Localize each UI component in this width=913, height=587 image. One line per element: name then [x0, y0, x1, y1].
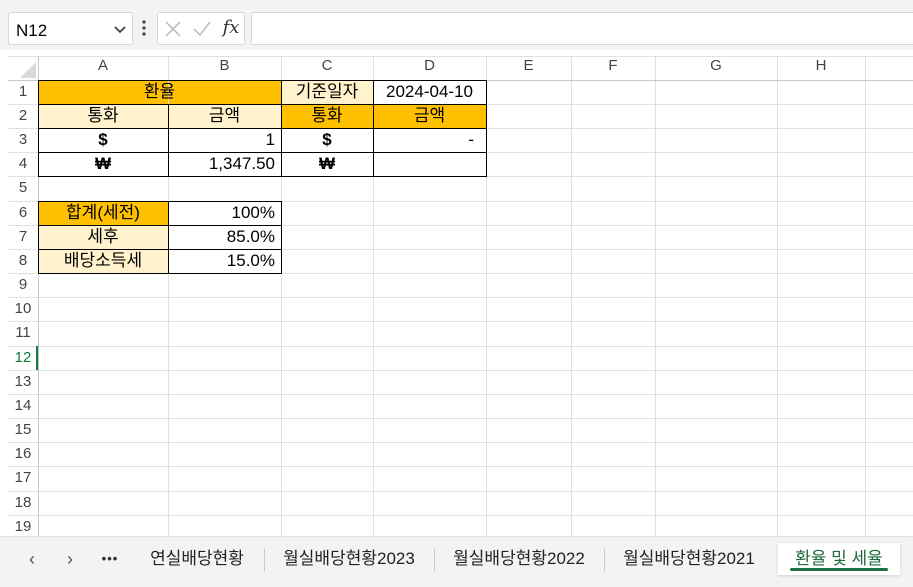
cell-b2-amount-label[interactable]: 금액 — [168, 104, 281, 128]
spreadsheet-grid[interactable]: A B C D E F G H 1 2 3 4 5 6 7 8 9 10 11 … — [0, 50, 913, 536]
cell-a2-currency-label[interactable]: 통화 — [38, 104, 168, 128]
row-header-10[interactable]: 10 — [8, 297, 38, 321]
row-header-14[interactable]: 14 — [8, 394, 38, 418]
row-header-17[interactable]: 17 — [8, 466, 38, 490]
cell-b8-dividend-tax-value[interactable]: 15.0% — [168, 249, 281, 273]
row-header-2[interactable]: 2 — [8, 104, 38, 128]
cell-c4-krw[interactable]: ₩ — [281, 152, 373, 176]
column-header-h[interactable]: H — [777, 54, 865, 78]
cell-a4-krw[interactable]: ₩ — [38, 152, 168, 176]
sheet-prev-button[interactable]: ‹ — [20, 547, 44, 571]
sheet-tab-exchange-tax[interactable]: 환율 및 세율 — [778, 543, 900, 575]
cancel-icon[interactable] — [164, 20, 182, 38]
sheet-tab-bar: ‹ › ••• 연실배당현황 월실배당현황2023 월실배당현황2022 월실배… — [0, 536, 913, 587]
row-header-3[interactable]: 3 — [8, 128, 38, 152]
sheet-tab-annual-dividend[interactable]: 연실배당현황 — [134, 543, 260, 575]
cell-a8-dividend-tax-label[interactable]: 배당소득세 — [38, 249, 168, 273]
insert-function-button[interactable]: fx — [220, 15, 242, 41]
name-box-value: N12 — [16, 21, 48, 40]
tab-separator — [434, 549, 435, 571]
row-header-9[interactable]: 9 — [8, 273, 38, 297]
row-header-7[interactable]: 7 — [8, 225, 38, 249]
row-header-4[interactable]: 4 — [8, 152, 38, 176]
row-header-15[interactable]: 15 — [8, 418, 38, 442]
more-vertical-icon[interactable] — [137, 17, 151, 39]
cell-c3-usd[interactable]: $ — [281, 128, 373, 152]
sheet-tab-monthly-2021[interactable]: 월실배당현황2021 — [608, 543, 770, 575]
column-header-c[interactable]: C — [281, 54, 373, 78]
cell-b6-total-pretax-value[interactable]: 100% — [168, 201, 281, 225]
column-header-e[interactable]: E — [486, 54, 571, 78]
cell-b7-after-tax-value[interactable]: 85.0% — [168, 225, 281, 249]
row-header-1[interactable]: 1 — [8, 80, 38, 104]
cell-a6-total-pretax-label[interactable]: 합계(세전) — [38, 201, 168, 225]
formula-input[interactable] — [251, 12, 913, 45]
active-tab-indicator — [790, 568, 888, 571]
row-header-16[interactable]: 16 — [8, 442, 38, 466]
cell-c1-base-date-label[interactable]: 기준일자 — [281, 80, 373, 104]
row-header-12[interactable]: 12 — [8, 346, 38, 370]
cell-c2-currency-label[interactable]: 통화 — [281, 104, 373, 128]
row-header-13[interactable]: 13 — [8, 370, 38, 394]
cell-a3-usd[interactable]: $ — [38, 128, 168, 152]
row-header-5[interactable]: 5 — [8, 176, 38, 200]
cell-d4-krw-amount[interactable] — [373, 152, 486, 176]
sheet-tab-monthly-2023[interactable]: 월실배당현황2023 — [268, 543, 430, 575]
row-header-18[interactable]: 18 — [8, 491, 38, 515]
cell-d3-usd-amount[interactable]: - — [373, 128, 486, 152]
column-header-g[interactable]: G — [655, 54, 777, 78]
row-header-6[interactable]: 6 — [8, 201, 38, 225]
formula-buttons: fx — [157, 12, 245, 45]
cell-d1-base-date[interactable]: 2024-04-10 — [373, 80, 486, 104]
row-header-19[interactable]: 19 — [8, 515, 38, 536]
column-header-a[interactable]: A — [38, 54, 168, 78]
cell-a1-exchange-rate-header[interactable]: 환율 — [38, 80, 281, 104]
cell-d2-amount-label[interactable]: 금액 — [373, 104, 486, 128]
tab-separator — [604, 549, 605, 571]
sheet-next-button[interactable]: › — [58, 547, 82, 571]
column-header-d[interactable]: D — [373, 54, 486, 78]
chevron-down-icon[interactable] — [112, 21, 128, 37]
column-header-f[interactable]: F — [571, 54, 655, 78]
formula-bar: N12 fx — [0, 0, 913, 50]
row-header-11[interactable]: 11 — [8, 321, 38, 345]
cell-b4-krw-amount[interactable]: 1,347.50 — [168, 152, 281, 176]
name-box[interactable]: N12 — [8, 12, 133, 45]
cell-b3-usd-amount[interactable]: 1 — [168, 128, 281, 152]
check-icon[interactable] — [192, 20, 212, 38]
cell-a7-after-tax-label[interactable]: 세후 — [38, 225, 168, 249]
sheet-more-button[interactable]: ••• — [96, 547, 124, 571]
sheet-tab-monthly-2022[interactable]: 월실배당현황2022 — [438, 543, 600, 575]
sheet-tab-label: 환율 및 세율 — [795, 549, 883, 568]
tab-separator — [264, 549, 265, 571]
row-header-8[interactable]: 8 — [8, 249, 38, 273]
column-header-b[interactable]: B — [168, 54, 281, 78]
